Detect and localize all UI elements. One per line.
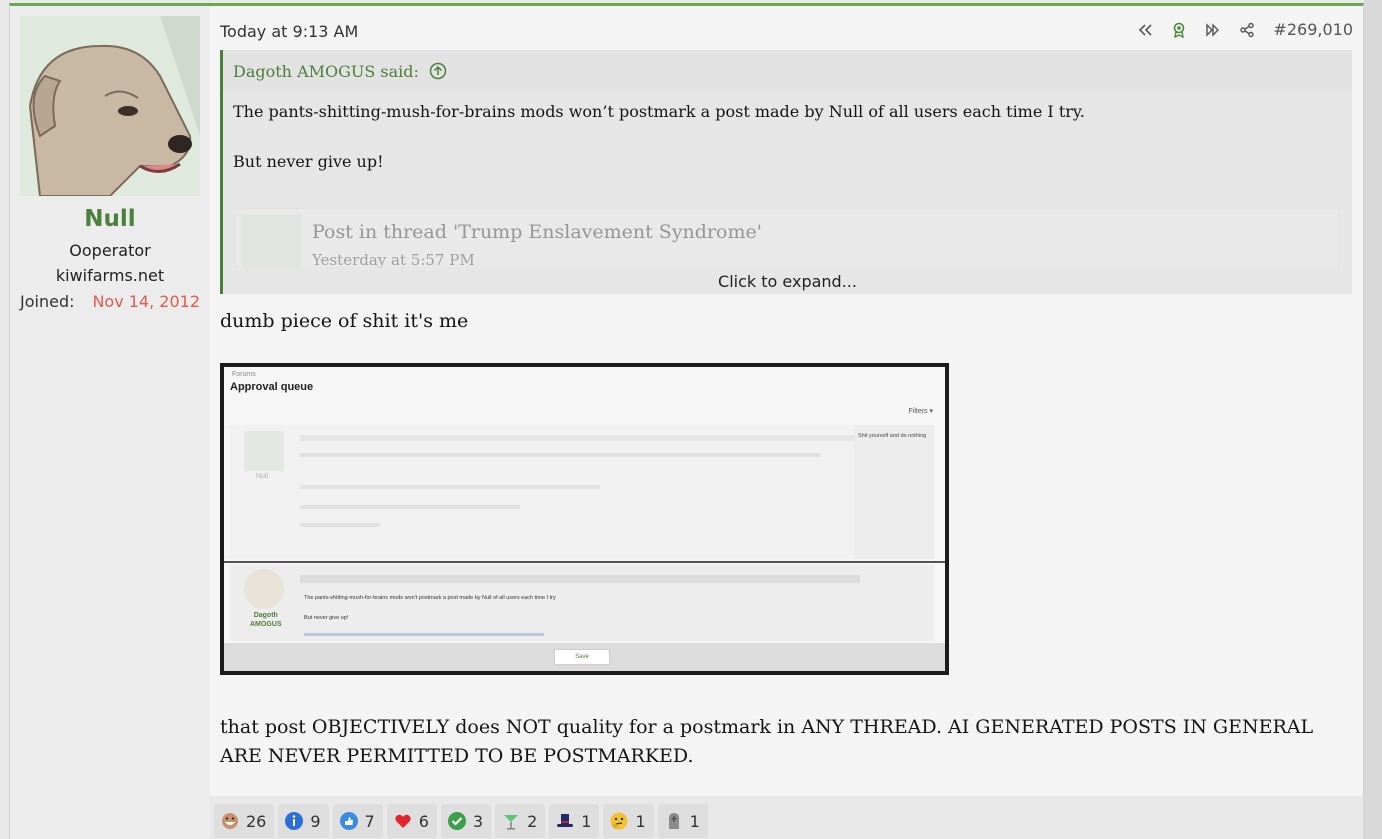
checkmark-icon [447, 812, 466, 830]
reaction-count: 1 [581, 811, 592, 831]
quote-header[interactable]: Dagoth AMOGUS said: [223, 50, 1352, 92]
page-title: Approval queue [230, 381, 314, 393]
rewind-icon[interactable] [1137, 22, 1153, 38]
post-main: Today at 9:13 AM #269,010 Dagoth AMOGUS … [210, 6, 1363, 839]
reaction-count: 26 [246, 811, 267, 831]
expand-quote-link[interactable]: Click to expand... [223, 266, 1352, 294]
info-icon [285, 812, 304, 830]
dog-avatar-icon [20, 16, 200, 196]
post-text: that post OBJECTIVELY does NOT quality f… [220, 716, 1314, 767]
username[interactable]: Null [10, 206, 210, 232]
reaction-item[interactable]: 3 [440, 804, 492, 838]
avatar[interactable] [20, 16, 200, 196]
reaction-count: 1 [635, 811, 646, 831]
queue-username: Null [256, 473, 269, 480]
approval-queue-image: Forums Approval queue Filters ▾ Null Shi… [224, 367, 945, 671]
reaction-count: 2 [527, 811, 538, 831]
window-edge [1364, 0, 1382, 839]
reaction-count: 3 [472, 811, 484, 831]
quote-block: Dagoth AMOGUS said: The pants-shitting-m… [220, 50, 1352, 294]
laughing-face-icon [222, 813, 238, 829]
embedded-post[interactable]: Post in thread 'Trump Enslavement Syndro… [235, 208, 1339, 274]
queue-username-line: AMOGUS [250, 621, 282, 628]
quote-line: The pants-shitting-mush-for-brains mods … [233, 102, 1085, 121]
reaction-item[interactable]: 1 [657, 804, 708, 838]
avatar [244, 431, 284, 471]
queue-item: Null [230, 425, 934, 559]
joined-label: Joined: [20, 292, 75, 311]
queue-item: Dagoth AMOGUS The pants-shitting-mush-fo… [230, 565, 934, 641]
save-button: Save [554, 649, 610, 665]
reaction-item[interactable]: 2 [495, 804, 546, 838]
reaction-item[interactable]: 6 [386, 804, 437, 838]
reaction-item[interactable]: 1 [603, 804, 654, 838]
options-panel: Shit yourself and do nothing [854, 425, 934, 559]
queue-post-text: But never give up! [304, 615, 349, 621]
tombstone-icon [668, 813, 679, 829]
avatar [244, 569, 284, 609]
reaction-item[interactable]: 26 [214, 804, 275, 838]
queue-username: Dagoth AMOGUS [250, 611, 282, 629]
attached-screenshot[interactable]: Forums Approval queue Filters ▾ Null Shi… [220, 363, 949, 675]
joined-date: Nov 14, 2012 [92, 292, 200, 311]
reaction-list: 26 9 7 6 3 2 1 1 1 [214, 804, 708, 838]
queue-post-text: The pants-shitting-mush-for-brains mods … [304, 595, 556, 601]
cocktail-icon [504, 815, 519, 830]
queue-username-line: Dagoth [253, 612, 278, 619]
embed-title[interactable]: Post in thread 'Trump Enslavement Syndro… [312, 221, 762, 243]
option-label: Shit yourself and do nothing [858, 433, 927, 439]
post-text: dumb piece of shit it's me [220, 310, 469, 332]
reaction-count: 6 [418, 811, 429, 831]
quote-line: But never give up! [233, 152, 384, 171]
quote-author[interactable]: Dagoth AMOGUS said: [233, 62, 419, 81]
arrow-up-circle-icon[interactable] [429, 62, 447, 80]
breadcrumb: Forums [232, 371, 256, 378]
user-banner: kiwifarms.net [55, 266, 165, 285]
embed-avatar [241, 214, 301, 274]
reaction-count: 7 [364, 811, 375, 831]
post-number[interactable]: #269,010 [1273, 20, 1353, 39]
award-icon[interactable] [1171, 22, 1187, 38]
user-title: Ooperator [69, 241, 151, 260]
top-hat-icon [557, 814, 574, 827]
fast-forward-icon[interactable] [1205, 22, 1221, 38]
post-container: Null Ooperator kiwifarms.net Joined: Nov… [9, 3, 1364, 839]
post-actions: #269,010 [1137, 20, 1353, 39]
post-timestamp[interactable]: Today at 9:13 AM [220, 22, 358, 41]
reaction-item[interactable]: 9 [278, 804, 329, 838]
reaction-count: 1 [689, 811, 700, 831]
share-icon[interactable] [1239, 22, 1255, 38]
filters-button: Filters ▾ [908, 408, 933, 415]
save-bar: Save [224, 643, 945, 671]
reaction-item[interactable]: 1 [549, 804, 600, 838]
reaction-item[interactable]: 7 [332, 804, 383, 838]
thinking-face-icon [610, 812, 628, 830]
reaction-count: 9 [310, 811, 321, 831]
user-sidebar: Null Ooperator kiwifarms.net Joined: Nov… [10, 6, 210, 839]
heart-icon [395, 814, 411, 828]
thumbs-up-icon [339, 812, 358, 830]
